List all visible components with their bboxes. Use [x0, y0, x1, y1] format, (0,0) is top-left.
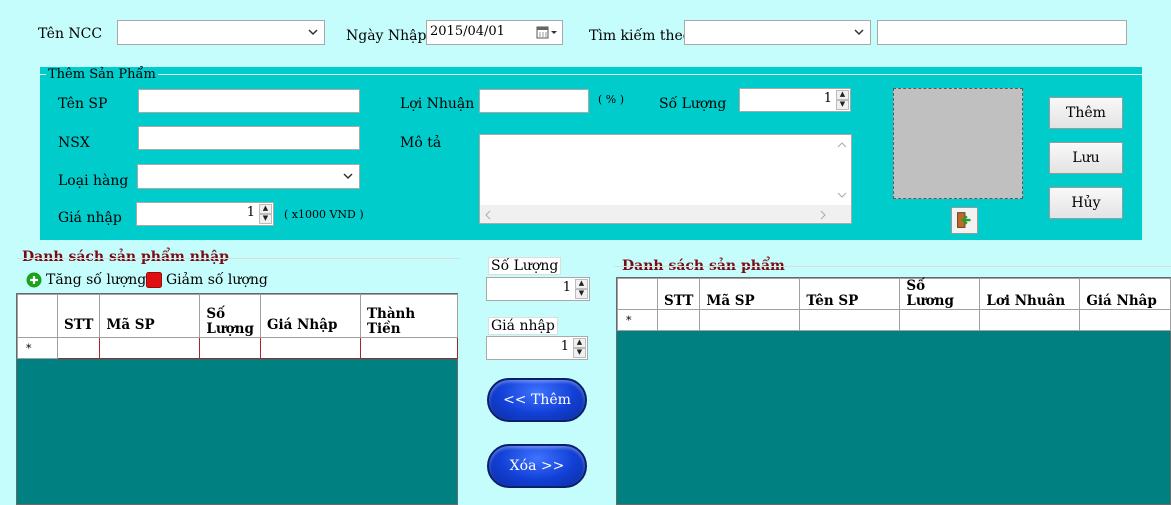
supplier-select-value	[120, 23, 304, 42]
new-row[interactable]: *	[17, 337, 459, 359]
category-select-value	[140, 167, 339, 186]
spin-down-icon[interactable]: ▼	[575, 289, 588, 299]
cancel-button[interactable]: Hủy	[1049, 187, 1123, 219]
column-header-total[interactable]: Thành Tiền	[359, 294, 459, 338]
table-cell[interactable]	[199, 337, 261, 359]
column-header-stt[interactable]: STT	[56, 294, 101, 338]
spin-up-icon[interactable]: ▲	[573, 338, 586, 348]
middle-quantity-label: Số Lượng	[488, 257, 562, 275]
date-label: Ngày Nhập	[346, 28, 427, 44]
profit-label: Lợi Nhuận	[400, 96, 475, 112]
row-header-corner	[17, 294, 58, 338]
table-cell[interactable]	[99, 337, 201, 359]
column-header-import-price[interactable]: Giá Nhâp	[1079, 278, 1171, 310]
table-cell[interactable]	[359, 337, 459, 359]
spin-up-icon[interactable]: ▲	[575, 279, 588, 289]
increase-qty-button[interactable]: Tăng số lượng	[26, 272, 146, 288]
column-header-import-price[interactable]: Giá Nhập	[259, 294, 361, 338]
table-cell[interactable]	[799, 309, 901, 331]
description-label: Mô tả	[400, 135, 442, 151]
column-header-quantity[interactable]: Số Lương	[899, 278, 981, 310]
column-header-quantity[interactable]: Số Lượng	[199, 294, 261, 338]
new-row-marker: *	[617, 309, 658, 331]
search-input[interactable]	[877, 20, 1127, 45]
date-value: 2015/04/01	[430, 24, 505, 39]
chevron-down-icon	[854, 29, 864, 36]
decrease-qty-button[interactable]: Giảm số lượng	[146, 272, 268, 288]
column-header-product-id[interactable]: Mã SP	[99, 294, 201, 338]
import-price-label: Giá nhập	[58, 210, 122, 226]
horizontal-scrollbar[interactable]	[480, 205, 851, 223]
product-image-box[interactable]	[893, 88, 1023, 199]
table-cell[interactable]	[699, 309, 801, 331]
new-row[interactable]: *	[617, 309, 1171, 331]
column-header-stt[interactable]: STT	[656, 278, 701, 310]
profit-input[interactable]	[479, 89, 589, 113]
table-cell[interactable]	[1079, 309, 1171, 331]
save-button[interactable]: Lưu	[1049, 142, 1123, 174]
column-header-profit[interactable]: Lơi Nhuân	[979, 278, 1081, 310]
table-cell[interactable]	[899, 309, 981, 331]
table-cell[interactable]	[656, 309, 701, 331]
row-header-corner	[617, 278, 658, 310]
chevron-down-icon	[343, 173, 353, 180]
remove-from-import-button[interactable]: Xóa >>	[487, 444, 587, 488]
load-image-button[interactable]	[951, 207, 978, 234]
date-picker[interactable]: 2015/04/01	[426, 20, 563, 45]
description-textarea[interactable]	[479, 134, 852, 224]
price-unit-label: ( x1000 VND )	[284, 208, 364, 221]
supplier-label: Tên NCC	[38, 26, 103, 42]
table-cell[interactable]	[979, 309, 1081, 331]
decrease-qty-label: Giảm số lượng	[166, 272, 268, 288]
quantity-label: Số Lượng	[659, 96, 727, 112]
import-image-icon	[957, 212, 971, 228]
middle-quantity-spinner[interactable]: 1 ▲ ▼	[486, 277, 590, 301]
product-list-group	[614, 266, 1171, 267]
middle-quantity-value: 1	[562, 280, 571, 295]
import-price-spinner[interactable]: 1 ▲ ▼	[136, 202, 274, 226]
search-criteria-value	[687, 23, 850, 42]
product-name-input[interactable]	[138, 89, 360, 113]
spin-up-icon[interactable]: ▲	[259, 204, 272, 214]
panel-frame-line	[40, 74, 1142, 75]
calendar-icon[interactable]	[536, 26, 558, 40]
import-grid[interactable]: STT Mã SP Số Lượng Giá Nhập Thành Tiền *	[16, 293, 459, 505]
minus-square-icon	[146, 272, 162, 288]
add-to-import-button[interactable]: << Thêm	[487, 378, 587, 422]
chevron-down-icon	[308, 29, 318, 36]
plus-circle-icon	[26, 272, 42, 288]
spin-down-icon[interactable]: ▼	[259, 214, 272, 224]
middle-price-value: 1	[560, 339, 569, 354]
add-product-legend: Thêm Sản Phẩm	[46, 67, 158, 82]
spin-down-icon[interactable]: ▼	[573, 348, 586, 358]
quantity-spinner[interactable]: 1 ▲ ▼	[739, 88, 851, 112]
spin-down-icon[interactable]: ▼	[836, 100, 849, 110]
spin-up-icon[interactable]: ▲	[836, 90, 849, 100]
manufacturer-label: NSX	[58, 135, 90, 151]
scroll-left-icon[interactable]	[484, 210, 492, 220]
category-select[interactable]	[137, 164, 360, 189]
search-label: Tìm kiếm theo	[589, 28, 692, 44]
supplier-select[interactable]	[117, 20, 325, 45]
search-criteria-select[interactable]	[684, 20, 871, 45]
product-grid[interactable]: STT Mã SP Tên SP Số Lương Lơi Nhuân Giá …	[616, 277, 1171, 505]
middle-price-spinner[interactable]: 1 ▲ ▼	[486, 336, 588, 360]
product-name-label: Tên SP	[58, 96, 108, 112]
new-row-marker: *	[17, 337, 58, 359]
quantity-value: 1	[823, 91, 832, 106]
scroll-right-icon[interactable]	[819, 210, 827, 220]
import-price-value: 1	[246, 205, 255, 220]
category-label: Loại hàng	[58, 173, 129, 189]
table-cell[interactable]	[259, 337, 361, 359]
scroll-down-icon[interactable]	[837, 191, 847, 199]
add-product-button[interactable]: Thêm	[1049, 97, 1123, 129]
column-header-product-id[interactable]: Mã SP	[699, 278, 801, 310]
increase-qty-label: Tăng số lượng	[46, 272, 147, 288]
column-header-product-name[interactable]: Tên SP	[799, 278, 901, 310]
scroll-up-icon[interactable]	[837, 141, 847, 149]
table-cell[interactable]	[56, 337, 101, 359]
middle-price-label: Giá nhập	[488, 317, 558, 335]
manufacturer-input[interactable]	[138, 126, 360, 150]
profit-unit-label: ( % )	[598, 93, 625, 106]
